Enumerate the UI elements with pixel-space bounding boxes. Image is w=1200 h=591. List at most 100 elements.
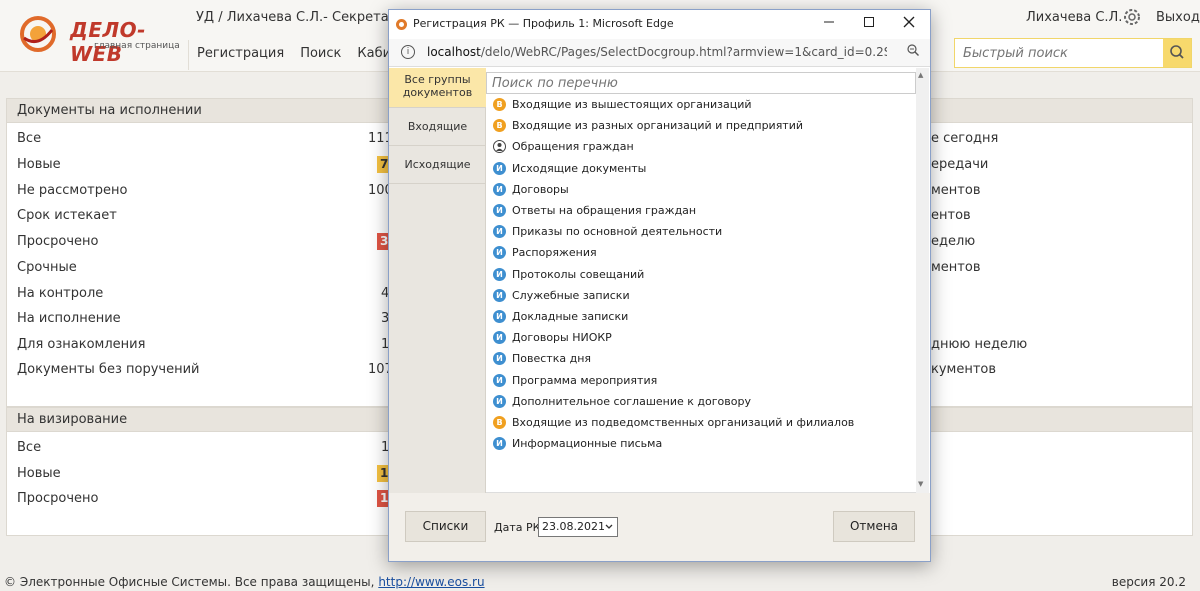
list-item[interactable]: И Договоры (493, 182, 569, 196)
list-item[interactable]: В Входящие из подведомственных организаци… (493, 416, 854, 429)
list-item[interactable]: В Входящие из вышестоящих организаций (493, 98, 752, 111)
sidebar-item-all-groups[interactable]: Все группы документов (389, 68, 486, 108)
close-icon (903, 16, 915, 28)
outgoing-doc-icon: И (493, 373, 506, 387)
person-icon (493, 140, 506, 154)
outgoing-doc-icon: И (493, 310, 506, 323)
logo-swirl-icon (20, 16, 56, 52)
visa-row-all[interactable]: Все (17, 440, 41, 455)
right-row-6[interactable]: ментов (931, 260, 981, 275)
exec-row-new[interactable]: Новые (17, 157, 61, 172)
lists-button[interactable]: Списки (405, 511, 486, 542)
exec-row-control[interactable]: На контроле (17, 286, 103, 301)
incoming-doc-icon: В (493, 98, 506, 111)
cancel-button[interactable]: Отмена (833, 511, 915, 542)
exec-row-for-execution[interactable]: На исполнение (17, 311, 121, 326)
right-row-1[interactable]: е сегодня (931, 131, 998, 146)
list-search-input[interactable] (487, 73, 907, 93)
edge-icon (396, 19, 407, 30)
list-item-label: Договоры НИОКР (512, 331, 612, 345)
list-item[interactable]: И Служебные записки (493, 288, 630, 302)
list-item[interactable]: И Распоряжения (493, 246, 597, 260)
list-item[interactable]: В Входящие из разных организаций и предпр… (493, 119, 803, 133)
minimize-button[interactable] (809, 10, 849, 39)
list-item-label: Информационные письма (512, 437, 663, 451)
chevron-down-icon (605, 524, 613, 529)
logo[interactable]: ДЕЛО-WEB главная страница (16, 8, 186, 66)
right-row-8[interactable]: кументов (931, 362, 996, 377)
list-item[interactable]: Обращения граждан (493, 140, 634, 154)
list-item-label: Договоры (512, 182, 569, 196)
list-item[interactable]: И Программа мероприятия (493, 373, 658, 387)
exec-row-familiarization[interactable]: Для ознакомления (17, 337, 145, 352)
exec-row-all[interactable]: Все (17, 131, 41, 146)
list-item[interactable]: И Ответы на обращения граждан (493, 204, 696, 217)
sidebar-item-outgoing[interactable]: Исходящие (389, 146, 486, 184)
sidebar-item-incoming[interactable]: Входящие (389, 108, 486, 146)
exec-row-unreviewed[interactable]: Не рассмотрено (17, 183, 127, 198)
group-sidebar: Все группы документов Входящие Исходящие (389, 68, 486, 501)
list-item-label: Служебные записки (512, 288, 630, 302)
right-row-7[interactable]: днюю неделю (931, 337, 1027, 352)
outgoing-doc-icon: И (493, 437, 506, 451)
list-item-label: Распоряжения (512, 246, 597, 260)
logout-link[interactable]: Выход (1156, 10, 1200, 25)
list-item-label: Докладные записки (512, 310, 629, 323)
outgoing-doc-icon: И (493, 161, 506, 175)
list-item-label: Ответы на обращения граждан (512, 204, 697, 217)
list-item[interactable]: И Договоры НИОКР (493, 331, 612, 345)
docgroup-list: В Входящие из вышестоящих организаций В Вхо… (486, 68, 929, 493)
exec-row-expiring[interactable]: Срок истекает (17, 208, 117, 223)
footer: © Электронные Офисные Системы. Все права… (0, 570, 1200, 591)
exec-row-urgent[interactable]: Срочные (17, 260, 77, 275)
outgoing-doc-icon: И (493, 394, 506, 408)
nav-registration[interactable]: Регистрация (189, 40, 292, 70)
list-item[interactable]: И Протоколы совещаний (493, 267, 644, 281)
right-row-5[interactable]: еделю (931, 234, 975, 249)
popup-titlebar[interactable]: Регистрация РК — Профиль 1: Microsoft Ed… (389, 10, 930, 39)
visa-row-new[interactable]: Новые (17, 466, 61, 481)
info-icon[interactable]: i (401, 45, 415, 59)
close-button[interactable] (889, 10, 929, 39)
date-select[interactable]: 23.08.2021 (538, 517, 618, 537)
quick-search (954, 38, 1192, 68)
user-name[interactable]: Лихачева С.Л. (1026, 10, 1122, 25)
outgoing-doc-icon: И (493, 331, 506, 345)
list-item-label: Программа мероприятия (512, 373, 658, 387)
popup-bottom-bar: Списки Дата РК: 23.08.2021 Отмена (389, 493, 930, 561)
list-item[interactable]: И Информационные письма (493, 437, 663, 451)
nav-search[interactable]: Поиск (292, 40, 349, 70)
quick-search-input[interactable] (955, 39, 1155, 67)
right-row-4[interactable]: ентов (931, 208, 971, 223)
outgoing-doc-icon: И (493, 182, 506, 196)
list-item[interactable]: И Дополнительное соглашение к договору (493, 394, 751, 408)
right-row-3[interactable]: ментов (931, 183, 981, 198)
search-button[interactable] (1163, 39, 1191, 67)
url-path: /delo/WebRC/Pages/SelectDocgroup.html?ar… (480, 45, 887, 59)
list-item-label: Повестка дня (512, 352, 592, 366)
list-item[interactable]: И Докладные записки (493, 310, 628, 323)
list-item[interactable]: И Исходящие документы (493, 161, 647, 175)
footer-link[interactable]: http://www.eos.ru (378, 575, 484, 589)
exec-row-no-orders[interactable]: Документы без поручений (17, 362, 199, 377)
maximize-button[interactable] (849, 10, 889, 39)
list-item-label: Входящие из подведомственных организаций… (512, 416, 855, 429)
right-row-2[interactable]: ередачи (931, 157, 988, 172)
scroll-down-icon[interactable]: ▼ (918, 480, 923, 488)
popup-title: Регистрация РК — Профиль 1: Microsoft Ed… (413, 17, 674, 30)
outgoing-doc-icon: И (493, 225, 506, 239)
scroll-up-icon[interactable]: ▲ (918, 71, 923, 79)
list-item[interactable]: И Приказы по основной деятельности (493, 225, 722, 239)
visa-row-overdue[interactable]: Просрочено (17, 491, 98, 506)
gear-icon[interactable] (1121, 6, 1143, 28)
list-item-label: Исходящие документы (512, 161, 647, 175)
outgoing-doc-icon: И (493, 352, 506, 366)
incoming-doc-icon: В (493, 416, 506, 429)
list-item[interactable]: И Повестка дня (493, 352, 592, 366)
address-url[interactable]: localhost/delo/WebRC/Pages/SelectDocgrou… (427, 45, 887, 59)
zoom-icon[interactable] (906, 43, 920, 57)
list-scrollbar[interactable]: ▲ ▼ (916, 68, 929, 493)
exec-row-overdue[interactable]: Просрочено (17, 234, 98, 249)
outgoing-doc-icon: И (493, 246, 506, 260)
list-item-label: Дополнительное соглашение к договору (512, 394, 751, 408)
